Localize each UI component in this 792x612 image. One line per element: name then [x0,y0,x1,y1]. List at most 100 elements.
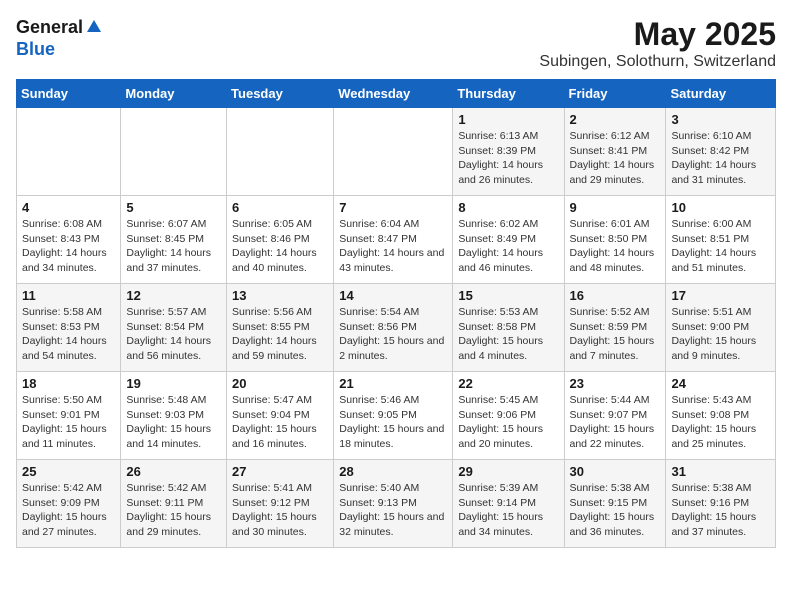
cell-number: 27 [232,464,328,479]
calendar-week-5: 25 Sunrise: 5:42 AMSunset: 9:09 PMDayligh… [17,460,776,548]
calendar-header: SundayMondayTuesdayWednesdayThursdayFrid… [17,80,776,108]
calendar-cell: 6 Sunrise: 6:05 AMSunset: 8:46 PMDaylight… [227,196,334,284]
cell-info: Sunrise: 5:50 AMSunset: 9:01 PMDaylight:… [22,393,115,452]
cell-info: Sunrise: 6:02 AMSunset: 8:49 PMDaylight:… [458,217,558,276]
cell-info: Sunrise: 5:43 AMSunset: 9:08 PMDaylight:… [671,393,770,452]
calendar-cell: 22Sunrise: 5:45 AMSunset: 9:06 PMDayligh… [453,372,564,460]
cell-number: 21 [339,376,447,391]
calendar-cell: 31 Sunrise: 5:38 AMSunset: 9:16 PMDayligh… [666,460,776,548]
calendar-cell: 7 Sunrise: 6:04 AMSunset: 8:47 PMDaylight… [334,196,453,284]
cell-info: Sunrise: 5:47 AMSunset: 9:04 PMDaylight:… [232,393,328,452]
calendar-cell [121,108,227,196]
calendar-cell: 2 Sunrise: 6:12 AMSunset: 8:41 PMDaylight… [564,108,666,196]
cell-number: 8 [458,200,558,215]
cell-info: Sunrise: 6:13 AMSunset: 8:39 PMDaylight:… [458,129,558,188]
cell-info: Sunrise: 6:07 AMSunset: 8:45 PMDaylight:… [126,217,221,276]
day-header-monday: Monday [121,80,227,108]
calendar-cell: 20 Sunrise: 5:47 AMSunset: 9:04 PMDayligh… [227,372,334,460]
calendar-cell: 18 Sunrise: 5:50 AMSunset: 9:01 PMDayligh… [17,372,121,460]
cell-number: 2 [570,112,661,127]
cell-info: Sunrise: 5:42 AMSunset: 9:11 PMDaylight:… [126,481,221,540]
day-header-tuesday: Tuesday [227,80,334,108]
cell-number: 30 [570,464,661,479]
cell-info: Sunrise: 5:41 AMSunset: 9:12 PMDaylight:… [232,481,328,540]
cell-info: Sunrise: 5:44 AMSunset: 9:07 PMDaylight:… [570,393,661,452]
cell-info: Sunrise: 5:51 AMSunset: 9:00 PMDaylight:… [671,305,770,364]
calendar-cell: 17 Sunrise: 5:51 AMSunset: 9:00 PMDayligh… [666,284,776,372]
cell-info: Sunrise: 6:04 AMSunset: 8:47 PMDaylight:… [339,217,447,276]
calendar-cell: 8 Sunrise: 6:02 AMSunset: 8:49 PMDaylight… [453,196,564,284]
calendar-week-2: 4 Sunrise: 6:08 AMSunset: 8:43 PMDaylight… [17,196,776,284]
cell-number: 9 [570,200,661,215]
cell-info: Sunrise: 5:58 AMSunset: 8:53 PMDaylight:… [22,305,115,364]
day-header-thursday: Thursday [453,80,564,108]
cell-info: Sunrise: 6:05 AMSunset: 8:46 PMDaylight:… [232,217,328,276]
cell-info: Sunrise: 5:57 AMSunset: 8:54 PMDaylight:… [126,305,221,364]
calendar-cell: 29Sunrise: 5:39 AMSunset: 9:14 PMDayligh… [453,460,564,548]
cell-number: 17 [671,288,770,303]
cell-number: 14 [339,288,447,303]
cell-info: Sunrise: 5:38 AMSunset: 9:15 PMDaylight:… [570,481,661,540]
cell-info: Sunrise: 6:00 AMSunset: 8:51 PMDaylight:… [671,217,770,276]
cell-info: Sunrise: 6:08 AMSunset: 8:43 PMDaylight:… [22,217,115,276]
cell-info: Sunrise: 5:48 AMSunset: 9:03 PMDaylight:… [126,393,221,452]
calendar-cell: 9 Sunrise: 6:01 AMSunset: 8:50 PMDaylight… [564,196,666,284]
calendar-cell: 23Sunrise: 5:44 AMSunset: 9:07 PMDayligh… [564,372,666,460]
day-header-saturday: Saturday [666,80,776,108]
cell-info: Sunrise: 6:12 AMSunset: 8:41 PMDaylight:… [570,129,661,188]
calendar-cell [227,108,334,196]
calendar-cell: 13Sunrise: 5:56 AMSunset: 8:55 PMDayligh… [227,284,334,372]
page-header: General Blue May 2025 Subingen, Solothur… [16,16,776,71]
cell-number: 18 [22,376,115,391]
calendar-cell: 19 Sunrise: 5:48 AMSunset: 9:03 PMDayligh… [121,372,227,460]
cell-number: 25 [22,464,115,479]
day-header-wednesday: Wednesday [334,80,453,108]
calendar-cell: 1 Sunrise: 6:13 AMSunset: 8:39 PMDaylight… [453,108,564,196]
cell-number: 29 [458,464,558,479]
cell-info: Sunrise: 5:38 AMSunset: 9:16 PMDaylight:… [671,481,770,540]
cell-number: 1 [458,112,558,127]
cell-number: 15 [458,288,558,303]
calendar-cell: 26 Sunrise: 5:42 AMSunset: 9:11 PMDayligh… [121,460,227,548]
cell-number: 6 [232,200,328,215]
cell-number: 10 [671,200,770,215]
calendar-cell: 16Sunrise: 5:52 AMSunset: 8:59 PMDayligh… [564,284,666,372]
cell-number: 24 [671,376,770,391]
calendar-cell: 28 Sunrise: 5:40 AMSunset: 9:13 PMDayligh… [334,460,453,548]
day-header-sunday: Sunday [17,80,121,108]
cell-number: 13 [232,288,328,303]
cell-number: 11 [22,288,115,303]
title-block: May 2025 Subingen, Solothurn, Switzerlan… [539,16,776,71]
cell-number: 4 [22,200,115,215]
cell-number: 28 [339,464,447,479]
calendar-cell: 14Sunrise: 5:54 AMSunset: 8:56 PMDayligh… [334,284,453,372]
calendar-cell: 12Sunrise: 5:57 AMSunset: 8:54 PMDayligh… [121,284,227,372]
cell-info: Sunrise: 6:10 AMSunset: 8:42 PMDaylight:… [671,129,770,188]
cell-number: 22 [458,376,558,391]
cell-number: 19 [126,376,221,391]
calendar-cell: 3 Sunrise: 6:10 AMSunset: 8:42 PMDaylight… [666,108,776,196]
calendar-week-4: 18 Sunrise: 5:50 AMSunset: 9:01 PMDayligh… [17,372,776,460]
days-header-row: SundayMondayTuesdayWednesdayThursdayFrid… [17,80,776,108]
cell-number: 7 [339,200,447,215]
calendar-title: May 2025 [539,16,776,53]
calendar-week-1: 1 Sunrise: 6:13 AMSunset: 8:39 PMDaylight… [17,108,776,196]
cell-info: Sunrise: 5:40 AMSunset: 9:13 PMDaylight:… [339,481,447,540]
cell-number: 20 [232,376,328,391]
calendar-cell: 5 Sunrise: 6:07 AMSunset: 8:45 PMDaylight… [121,196,227,284]
calendar-cell: 4 Sunrise: 6:08 AMSunset: 8:43 PMDaylight… [17,196,121,284]
cell-number: 3 [671,112,770,127]
calendar-cell: 27 Sunrise: 5:41 AMSunset: 9:12 PMDayligh… [227,460,334,548]
cell-info: Sunrise: 5:42 AMSunset: 9:09 PMDaylight:… [22,481,115,540]
cell-number: 16 [570,288,661,303]
calendar-cell: 21Sunrise: 5:46 AMSunset: 9:05 PMDayligh… [334,372,453,460]
cell-number: 26 [126,464,221,479]
cell-number: 31 [671,464,770,479]
logo-blue: Blue [16,39,55,59]
calendar-cell: 25 Sunrise: 5:42 AMSunset: 9:09 PMDayligh… [17,460,121,548]
calendar-cell: 24 Sunrise: 5:43 AMSunset: 9:08 PMDayligh… [666,372,776,460]
cell-number: 5 [126,200,221,215]
cell-info: Sunrise: 5:53 AMSunset: 8:58 PMDaylight:… [458,305,558,364]
calendar-cell [334,108,453,196]
cell-info: Sunrise: 6:01 AMSunset: 8:50 PMDaylight:… [570,217,661,276]
